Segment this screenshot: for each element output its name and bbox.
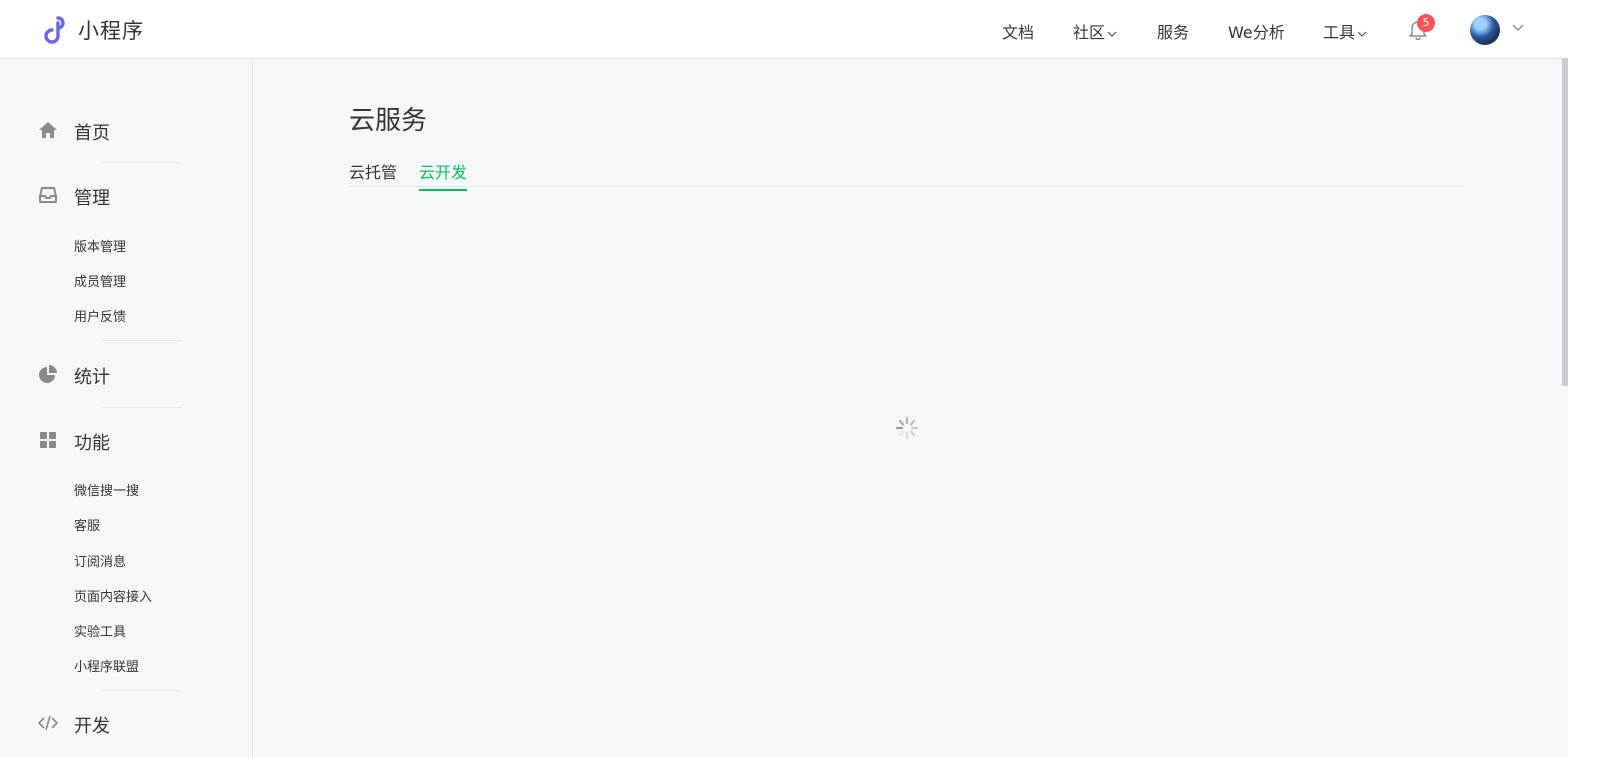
divider xyxy=(102,340,182,341)
nav-we-analytics-label: We分析 xyxy=(1228,23,1285,42)
nav-tools-label: 工具 xyxy=(1323,23,1356,42)
chevron-down-icon xyxy=(1357,31,1367,37)
tab-bar: 云托管 云开发 xyxy=(349,159,1464,191)
sidebar-subitem-subscribe-message[interactable]: 订阅消息 xyxy=(74,551,126,570)
pie-chart-icon xyxy=(39,365,57,383)
sidebar-subitem-page-content[interactable]: 页面内容接入 xyxy=(74,586,152,605)
top-navigation-bar: 小程序 文档 社区 服务 We分析 工具 5 xyxy=(0,0,1568,59)
divider xyxy=(102,407,182,408)
sidebar: 首页 管理 版本管理 成员管理 用户反馈 统计 功能 微信搜一搜 客服 订阅消息… xyxy=(0,59,253,757)
tab-cloud-hosting[interactable]: 云托管 xyxy=(349,159,397,189)
sidebar-subitem-version[interactable]: 版本管理 xyxy=(74,236,126,255)
sidebar-subitem-wechat-search[interactable]: 微信搜一搜 xyxy=(74,480,139,499)
sidebar-subitem-customer-service[interactable]: 客服 xyxy=(74,515,100,534)
scrollbar-track[interactable] xyxy=(1568,0,1600,757)
notification-badge: 5 xyxy=(1417,14,1435,32)
divider xyxy=(102,690,182,691)
sidebar-item-label: 开发 xyxy=(74,716,110,737)
nav-community[interactable]: 社区 xyxy=(1073,19,1117,43)
nav-community-label: 社区 xyxy=(1073,23,1106,42)
page-title: 云服务 xyxy=(349,106,428,136)
sidebar-subitem-experiment-tools[interactable]: 实验工具 xyxy=(74,621,126,640)
code-icon xyxy=(38,715,58,731)
scrollbar-thumb[interactable] xyxy=(1562,58,1568,386)
tab-cloud-dev[interactable]: 云开发 xyxy=(419,159,468,191)
miniprogram-logo-icon[interactable] xyxy=(38,14,70,46)
sidebar-subitem-feedback[interactable]: 用户反馈 xyxy=(74,306,126,325)
nav-docs[interactable]: 文档 xyxy=(1002,19,1034,43)
nav-we-analytics[interactable]: We分析 xyxy=(1228,19,1285,43)
grid-icon xyxy=(40,432,56,448)
nav-services-label: 服务 xyxy=(1157,23,1190,42)
sidebar-item-label: 统计 xyxy=(74,367,110,388)
inbox-icon xyxy=(39,187,57,203)
sidebar-item-label: 功能 xyxy=(74,433,110,454)
chevron-down-icon[interactable] xyxy=(1512,23,1524,33)
sidebar-subitem-alliance[interactable]: 小程序联盟 xyxy=(74,656,139,675)
divider xyxy=(102,162,182,163)
nav-services[interactable]: 服务 xyxy=(1157,19,1189,43)
sidebar-subitem-members[interactable]: 成员管理 xyxy=(74,271,126,290)
nav-docs-label: 文档 xyxy=(1002,23,1035,42)
home-icon xyxy=(39,122,57,138)
sidebar-item-label: 管理 xyxy=(74,188,110,209)
chevron-down-icon xyxy=(1107,31,1117,37)
brand-name[interactable]: 小程序 xyxy=(78,15,144,45)
loading-spinner-icon xyxy=(895,416,919,440)
avatar[interactable] xyxy=(1470,15,1500,45)
nav-tools[interactable]: 工具 xyxy=(1323,19,1367,43)
sidebar-item-label: 首页 xyxy=(74,123,110,144)
